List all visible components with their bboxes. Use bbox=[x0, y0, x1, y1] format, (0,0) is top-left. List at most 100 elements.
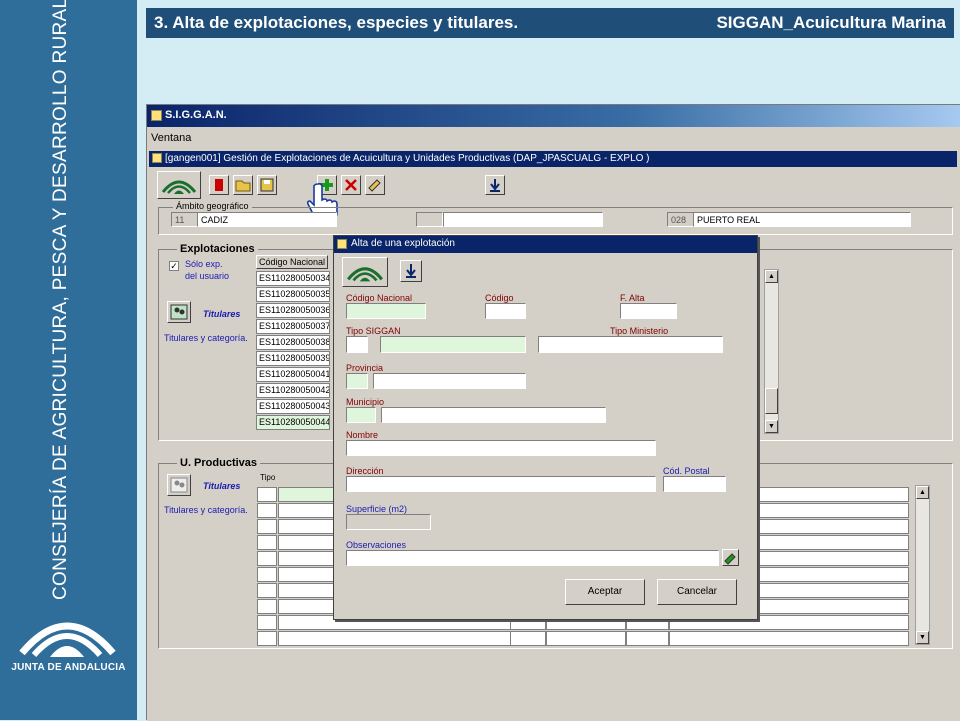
tipo-ministerio-label: Tipo Ministerio bbox=[610, 326, 669, 336]
tipo-siggan-field[interactable] bbox=[380, 336, 526, 353]
table-row[interactable]: ES110280050041 bbox=[256, 367, 330, 382]
people-icon bbox=[170, 304, 188, 320]
municipio-code-field[interactable]: 028 bbox=[667, 212, 694, 227]
table-cell[interactable] bbox=[257, 519, 277, 534]
table-cell[interactable] bbox=[257, 551, 277, 566]
table-row[interactable]: ES110280050044 bbox=[256, 415, 330, 430]
table-row[interactable]: ES110280050038 bbox=[256, 335, 330, 350]
scroll-up-icon[interactable]: ▲ bbox=[916, 486, 929, 499]
edit-button[interactable] bbox=[365, 175, 385, 195]
up-titulares-label: Titulares bbox=[203, 481, 241, 491]
table-cell[interactable] bbox=[257, 567, 277, 582]
scroll-up-icon[interactable]: ▲ bbox=[765, 270, 778, 283]
table-row[interactable]: ES110280050034 bbox=[256, 271, 330, 286]
table-row[interactable]: ES110280050035 bbox=[256, 287, 330, 302]
titulares-button[interactable] bbox=[167, 301, 191, 323]
table-cell[interactable] bbox=[510, 631, 546, 646]
table-cell[interactable] bbox=[257, 631, 277, 646]
codigo-nacional-field[interactable] bbox=[346, 303, 426, 319]
tipo-ministerio-field[interactable] bbox=[538, 336, 723, 353]
table-cell[interactable] bbox=[257, 535, 277, 550]
cod-postal-label: Cód. Postal bbox=[663, 466, 710, 476]
municipio-code-field[interactable] bbox=[346, 407, 376, 423]
delete-button[interactable] bbox=[341, 175, 361, 195]
province-code-field[interactable]: 11 bbox=[171, 212, 198, 227]
inner-titlebar: [gangen001] Gestión de Explotaciones de … bbox=[149, 151, 957, 167]
column-codigo-nacional[interactable]: Código Nacional bbox=[256, 255, 328, 269]
area-code-field[interactable] bbox=[416, 212, 443, 227]
junta-home-button[interactable] bbox=[157, 171, 201, 199]
province-name-field[interactable]: CADIZ bbox=[197, 212, 337, 227]
direccion-field[interactable] bbox=[346, 476, 656, 492]
solo-usuario-checkbox[interactable]: ✓ bbox=[169, 261, 179, 271]
codigo-label: Código bbox=[485, 293, 514, 303]
arrow-down-icon bbox=[406, 264, 416, 278]
app-icon bbox=[151, 110, 162, 121]
superficie-label: Superficie (m2) bbox=[346, 504, 408, 514]
explotaciones-label: Explotaciones bbox=[177, 243, 258, 255]
app-titlebar: S.I.G.G.A.N. bbox=[147, 105, 960, 127]
f-alta-field[interactable] bbox=[620, 303, 677, 319]
municipio-field[interactable] bbox=[381, 407, 606, 423]
slide-app-name: SIGGAN_Acuicultura Marina bbox=[716, 13, 946, 32]
dialog-junta-button[interactable] bbox=[342, 257, 388, 287]
pencil-icon bbox=[724, 553, 736, 565]
scroll-down-icon[interactable]: ▼ bbox=[765, 420, 778, 433]
municipio-label: Municipio bbox=[346, 397, 385, 407]
observaciones-field[interactable] bbox=[346, 550, 719, 566]
table-cell[interactable] bbox=[626, 631, 669, 646]
table-row[interactable]: ES110280050039 bbox=[256, 351, 330, 366]
productivas-label: U. Productivas bbox=[177, 457, 261, 469]
codigo-field[interactable] bbox=[485, 303, 526, 319]
inner-title: [gangen001] Gestión de Explotaciones de … bbox=[165, 153, 650, 164]
alta-explotacion-dialog: Alta de una explotación Código Nacional … bbox=[333, 235, 758, 620]
delete-x-icon bbox=[345, 179, 357, 191]
up-titulares-button[interactable] bbox=[167, 474, 191, 496]
provincia-code-field[interactable] bbox=[346, 373, 368, 389]
exit-door-icon bbox=[215, 179, 223, 191]
observaciones-label: Observaciones bbox=[346, 540, 407, 550]
scroll-down-icon[interactable]: ▼ bbox=[916, 631, 929, 644]
nombre-field[interactable] bbox=[346, 440, 656, 456]
cod-postal-field[interactable] bbox=[663, 476, 726, 492]
pencil-icon bbox=[368, 179, 381, 192]
save-button[interactable] bbox=[257, 175, 277, 195]
titulares-label: Titulares bbox=[203, 309, 241, 319]
table-row[interactable]: ES110280050036 bbox=[256, 303, 330, 318]
table-cell[interactable] bbox=[669, 631, 909, 646]
table-cell[interactable] bbox=[278, 631, 511, 646]
table-cell[interactable] bbox=[257, 599, 277, 614]
table-row[interactable]: ES110280050043 bbox=[256, 399, 330, 414]
provincia-label: Provincia bbox=[346, 363, 384, 373]
table-cell[interactable] bbox=[257, 615, 277, 630]
table-row[interactable]: ES110280050037 bbox=[256, 319, 330, 334]
observaciones-edit-button[interactable] bbox=[722, 549, 739, 566]
menu-ventana[interactable]: Ventana bbox=[151, 132, 191, 144]
tipo-siggan-code-field[interactable] bbox=[346, 336, 368, 353]
productivas-scrollbar[interactable]: ▲ ▼ bbox=[915, 485, 930, 645]
solo-usuario-label-2: del usuario bbox=[185, 271, 230, 281]
provincia-field[interactable] bbox=[373, 373, 526, 389]
cancelar-button[interactable]: Cancelar bbox=[657, 579, 737, 605]
download-button[interactable] bbox=[485, 175, 505, 195]
junta-logo-icon bbox=[347, 267, 383, 282]
scroll-thumb[interactable] bbox=[765, 388, 778, 414]
superficie-field[interactable] bbox=[346, 514, 431, 530]
arrow-down-icon bbox=[490, 179, 500, 192]
dialog-download-button[interactable] bbox=[400, 260, 422, 282]
municipio-name-field[interactable]: PUERTO REAL bbox=[693, 212, 911, 227]
folder-open-icon bbox=[235, 180, 251, 192]
explotaciones-scrollbar[interactable]: ▲ ▼ bbox=[764, 269, 779, 434]
aceptar-button[interactable]: Aceptar bbox=[565, 579, 645, 605]
sidebar-band: CONSEJERÍA DE AGRICULTURA, PESCA Y DESAR… bbox=[0, 0, 137, 720]
open-button[interactable] bbox=[233, 175, 253, 195]
people-icon bbox=[170, 477, 188, 493]
table-row[interactable]: ES110280050042 bbox=[256, 383, 330, 398]
area-name-field[interactable] bbox=[443, 212, 603, 227]
table-cell[interactable] bbox=[257, 503, 277, 518]
table-cell[interactable] bbox=[546, 631, 626, 646]
table-cell[interactable] bbox=[257, 487, 277, 502]
exit-button[interactable] bbox=[209, 175, 229, 195]
junta-logo-icon bbox=[161, 180, 197, 194]
table-cell[interactable] bbox=[257, 583, 277, 598]
